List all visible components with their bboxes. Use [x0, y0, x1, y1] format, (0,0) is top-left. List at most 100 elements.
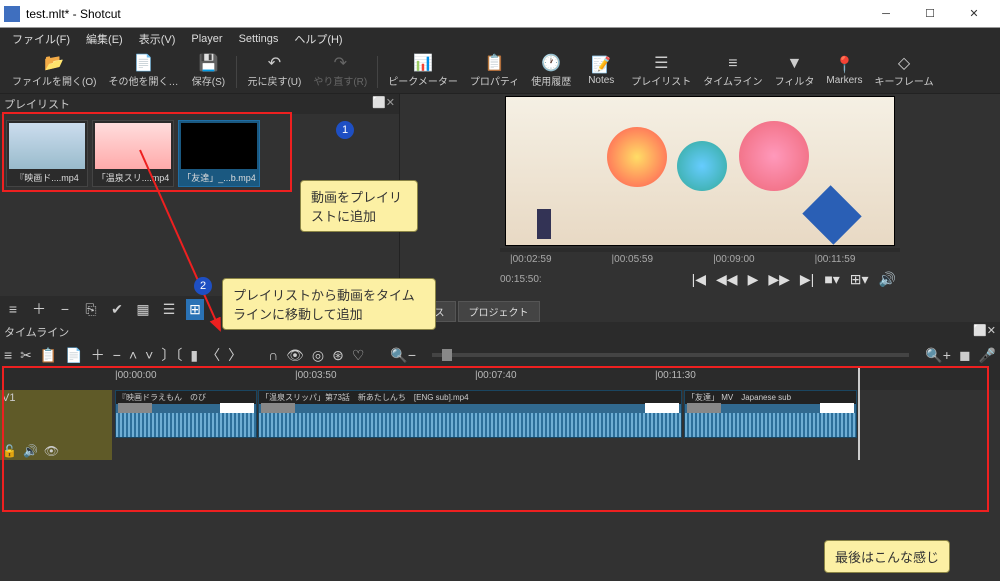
timeline-clip[interactable]: 「友達」 MV Japanese sub: [684, 390, 857, 438]
cut-icon[interactable]: ✂: [20, 347, 32, 364]
paste-icon[interactable]: 📄: [65, 347, 82, 364]
table-icon[interactable]: ▦: [134, 301, 152, 318]
annotation-badge-2: 2: [194, 277, 212, 295]
up-icon[interactable]: ˄: [129, 347, 137, 363]
timeline-button[interactable]: ≡タイムライン: [697, 53, 768, 90]
playlist-undock-icon[interactable]: ⬜: [372, 96, 386, 112]
prev-marker-icon[interactable]: 〈: [206, 345, 220, 365]
timeline-clip[interactable]: 「温泉スリッパ」第73話 新あたしんち [ENG sub].mp4: [258, 390, 682, 438]
playhead[interactable]: [858, 368, 860, 460]
playlist-close-icon[interactable]: ✕: [386, 96, 395, 112]
down-icon[interactable]: ˅: [145, 347, 153, 363]
volume-icon[interactable]: 🔊: [879, 271, 896, 288]
minus-icon[interactable]: −: [113, 347, 121, 363]
menu-edit[interactable]: 編集(E): [78, 31, 131, 47]
ripple-markers-icon[interactable]: ♡: [352, 347, 365, 364]
menu-settings[interactable]: Settings: [231, 33, 287, 45]
timeline-title: タイムライン: [4, 324, 69, 340]
preview-viewport[interactable]: [505, 96, 895, 246]
timeline-header: タイムライン ⬜✕: [0, 322, 1000, 342]
open-other-button[interactable]: 📄その他を開く…: [102, 53, 184, 90]
timeline-undock-icon[interactable]: ⬜: [973, 324, 987, 340]
menu-player[interactable]: Player: [183, 33, 230, 45]
tl-menu-icon[interactable]: ≡: [4, 347, 12, 363]
clip-waveform: [685, 413, 856, 437]
thumb-image: [9, 123, 85, 169]
zoom-slider[interactable]: [432, 353, 909, 357]
track-header[interactable]: V1 🔓 🔊 👁: [0, 390, 112, 460]
timeline-clip[interactable]: 『映画ドラえもん のび: [115, 390, 257, 438]
ripple-all-icon[interactable]: ⊛: [332, 347, 344, 364]
copy-icon[interactable]: 📋: [40, 347, 57, 364]
preview-ruler[interactable]: |00:02:59 |00:05:59 |00:09:00 |00:11:59: [500, 252, 900, 267]
markers-button[interactable]: 📍Markers: [820, 55, 868, 88]
redo-button[interactable]: ↷やり直す(R): [307, 53, 373, 90]
preview-panel: |00:02:59 |00:05:59 |00:09:00 |00:11:59 …: [400, 94, 1000, 322]
magnet-icon[interactable]: ∩: [268, 347, 278, 363]
hide-icon[interactable]: 👁: [44, 444, 59, 458]
history-label: 使用履歴: [531, 73, 571, 88]
minimize-button[interactable]: ─: [864, 1, 908, 27]
plus-icon[interactable]: ＋: [91, 345, 105, 365]
scrub-icon[interactable]: 👁: [286, 347, 304, 364]
play-icon[interactable]: ▶: [748, 271, 759, 288]
menu-icon[interactable]: ≡: [4, 301, 22, 317]
notes-button[interactable]: 📝Notes: [577, 55, 625, 88]
keyframe-button[interactable]: ◇キーフレーム: [869, 53, 940, 90]
save-button[interactable]: 💾保存(S): [184, 53, 232, 90]
skip-end-icon[interactable]: ▶|: [800, 271, 814, 288]
menu-view[interactable]: 表示(V): [131, 31, 184, 47]
playlist-button[interactable]: ☰プレイリスト: [625, 53, 697, 90]
history-button[interactable]: 🕐使用履歴: [525, 53, 577, 90]
list-view-icon[interactable]: ☰: [160, 301, 178, 318]
tab-project[interactable]: プロジェクト: [458, 301, 540, 322]
open-other-label: その他を開く…: [108, 73, 178, 88]
key-icon: ◇: [898, 55, 910, 73]
split-icon[interactable]: 〕〔: [161, 345, 182, 365]
zoom-icon[interactable]: ■▾: [824, 271, 839, 288]
playlist-item[interactable]: 『映画ド....mp4: [6, 120, 88, 187]
properties-button[interactable]: 📋プロパティ: [464, 53, 525, 90]
insert-icon[interactable]: ⎘: [82, 301, 100, 318]
playlist-item[interactable]: 「友達」_...b.mp4: [178, 120, 260, 187]
props-label: プロパティ: [470, 73, 519, 88]
ruler-tick: |00:02:59: [510, 254, 552, 265]
record-audio-icon[interactable]: 🎤: [979, 347, 996, 364]
grid-view-icon[interactable]: ⊞: [186, 299, 204, 320]
clip-label: 「温泉スリッパ」第73話 新あたしんち [ENG sub].mp4: [259, 391, 681, 404]
thumb-image: [95, 123, 171, 169]
minus-icon[interactable]: −: [56, 301, 74, 317]
timeline-ruler[interactable]: |00:00:00|00:03:50|00:07:40|00:11:30: [0, 368, 1000, 390]
redo-icon: ↷: [334, 55, 347, 73]
next-marker-icon[interactable]: 〉: [228, 345, 242, 365]
marker-add-icon[interactable]: ▮: [190, 347, 198, 364]
ripple-icon[interactable]: ◎: [312, 347, 324, 364]
check-icon[interactable]: ✔: [108, 301, 126, 318]
filter-button[interactable]: ▼フィルタ: [769, 53, 821, 90]
timeline-body[interactable]: 出力 |00:00:00|00:03:50|00:07:40|00:11:30 …: [0, 368, 1000, 468]
skip-start-icon[interactable]: |◀: [692, 271, 706, 288]
filter-label: フィルタ: [775, 73, 815, 88]
rewind-icon[interactable]: ◀◀: [716, 271, 738, 288]
annotation-badge-1: 1: [336, 121, 354, 139]
zoom-out-icon[interactable]: 🔍−: [390, 347, 416, 364]
close-button[interactable]: ✕: [952, 1, 996, 27]
save-icon: 💾: [198, 55, 218, 73]
save-label: 保存(S): [192, 73, 225, 88]
maximize-button[interactable]: ☐: [908, 1, 952, 27]
menu-help[interactable]: ヘルプ(H): [286, 31, 350, 47]
fast-forward-icon[interactable]: ▶▶: [768, 271, 790, 288]
menu-file[interactable]: ファイル(F): [4, 31, 78, 47]
zoom-fit-icon[interactable]: ◼: [959, 347, 971, 364]
undo-button[interactable]: ↶元に戻す(U): [241, 53, 307, 90]
open-file-button[interactable]: 📂ファイルを開く(O): [6, 53, 102, 90]
mute-icon[interactable]: 🔊: [23, 444, 38, 458]
playlist-label: プレイリスト: [631, 73, 691, 88]
zoom-in-icon[interactable]: 🔍+: [925, 347, 951, 364]
lock-icon[interactable]: 🔓: [2, 444, 17, 458]
timeline-close-icon[interactable]: ✕: [987, 324, 996, 340]
plus-icon[interactable]: ＋: [30, 299, 48, 319]
peak-meter-button[interactable]: 📊ピークメーター: [382, 53, 464, 90]
playlist-item[interactable]: 「温泉スリ....mp4: [92, 120, 174, 187]
grid-icon[interactable]: ⊞▾: [850, 271, 869, 288]
